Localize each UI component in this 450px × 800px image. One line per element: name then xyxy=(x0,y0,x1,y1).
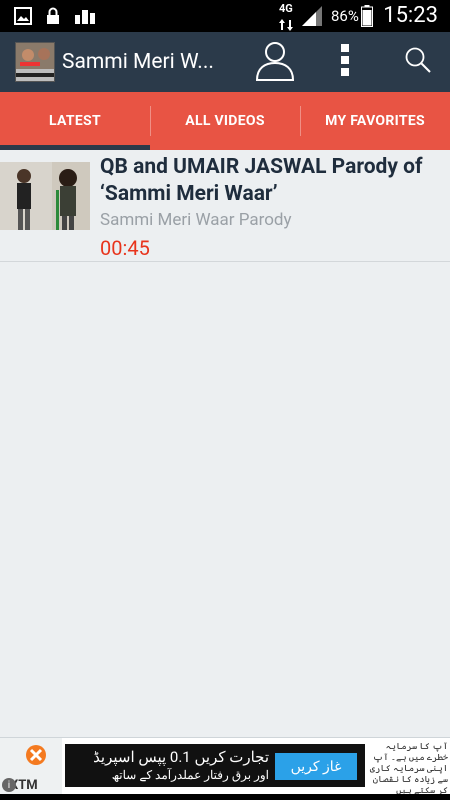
video-duration: 00:45 xyxy=(100,236,150,260)
ad-cta-button[interactable]: غاز کریں xyxy=(275,753,357,780)
search-icon xyxy=(404,46,432,78)
tab-bar: LATEST ALL VIDEOS MY FAVORITES xyxy=(0,92,450,150)
clock: 15:23 xyxy=(383,3,438,28)
ad-subline: اور برق رفتار عملدرآمد کے ساتھ xyxy=(111,768,269,782)
tab-label: ALL VIDEOS xyxy=(185,113,265,129)
ad-banner[interactable]: XTM تجارت کریں 0.1 پپس اسپریڈ اور برق رف… xyxy=(0,737,450,796)
tab-latest[interactable]: LATEST xyxy=(0,92,150,150)
tab-label: MY FAVORITES xyxy=(325,113,425,129)
tab-my-favorites[interactable]: MY FAVORITES xyxy=(300,92,450,150)
overflow-menu-button[interactable] xyxy=(325,32,365,92)
ad-main-panel: تجارت کریں 0.1 پپس اسپریڈ اور برق رفتار … xyxy=(65,744,365,787)
network-type: 4G xyxy=(279,2,293,15)
search-button[interactable] xyxy=(395,32,440,92)
tab-all-videos[interactable]: ALL VIDEOS xyxy=(150,92,300,150)
account-button[interactable] xyxy=(250,32,300,92)
video-list-item[interactable]: QB and UMAIR JASWAL Parody of ‘Sammi Mer… xyxy=(0,150,450,262)
xtm-logo-icon xyxy=(25,744,47,770)
ad-info-icon[interactable]: i xyxy=(2,778,16,792)
app-logo xyxy=(15,42,55,82)
screen: 4G 86% 15:23 Sammi Meri W... LATEST ALL … xyxy=(0,0,450,800)
video-thumbnail xyxy=(0,162,90,230)
status-bar: 4G 86% 15:23 xyxy=(0,0,450,32)
signal-icon xyxy=(302,6,324,30)
bottom-edge xyxy=(0,794,450,800)
user-icon xyxy=(253,38,297,86)
video-title: QB and UMAIR JASWAL Parody of ‘Sammi Mer… xyxy=(100,155,423,206)
more-vertical-icon xyxy=(340,43,350,81)
gallery-icon xyxy=(14,7,32,29)
video-subtitle: Sammi Meri Waar Parody xyxy=(100,210,292,230)
app-title: Sammi Meri W... xyxy=(62,50,214,74)
tab-label: LATEST xyxy=(49,113,101,129)
storage-icon xyxy=(74,7,96,29)
app-bar: Sammi Meri W... xyxy=(0,32,450,92)
ad-disclaimer: آپ کا سرمایہ خطرے میں ہے۔ آپ اپنی سرمایہ… xyxy=(369,742,448,796)
battery-percent: 86% xyxy=(331,7,359,25)
lock-icon xyxy=(45,7,61,29)
battery-icon xyxy=(361,5,373,31)
ad-headline: تجارت کریں 0.1 پپس اسپریڈ xyxy=(93,748,269,766)
